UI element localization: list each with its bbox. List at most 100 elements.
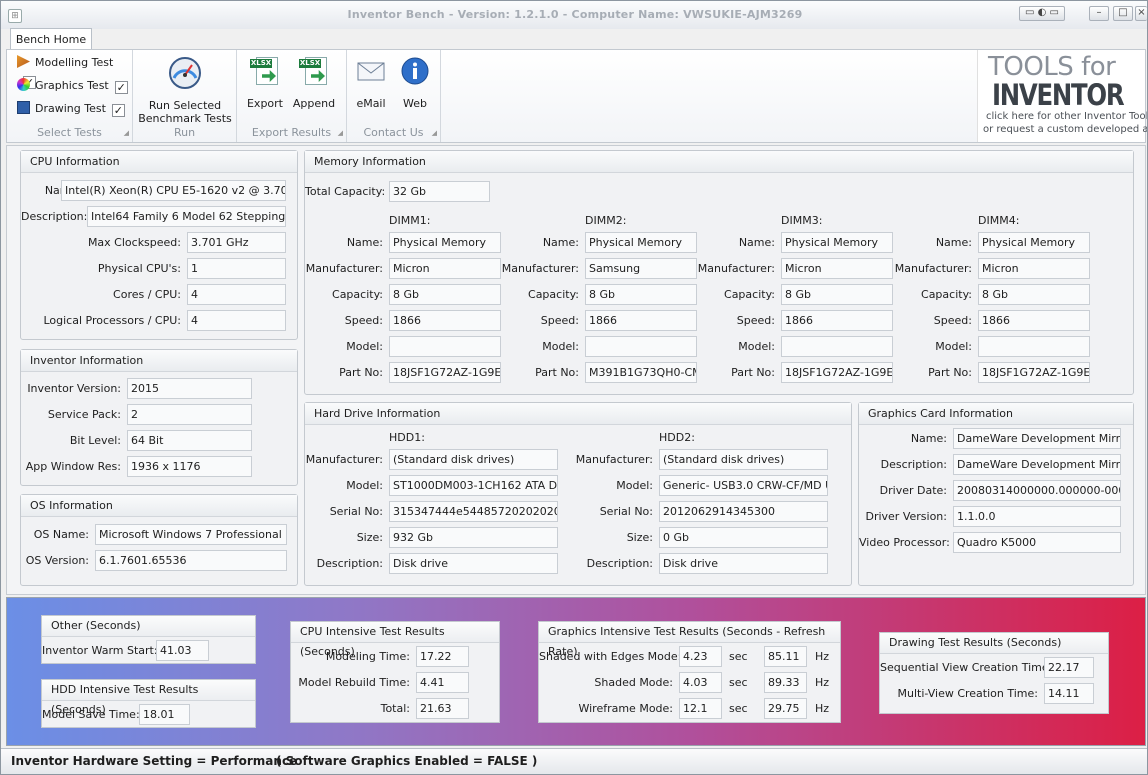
dimm-field-value: 8 Gb xyxy=(978,284,1090,305)
dimm-field-label: Part No: xyxy=(339,366,383,379)
dimm-field-label: Manufacturer: xyxy=(894,262,972,275)
dimm-field-label: Speed: xyxy=(933,314,972,327)
minimize-button[interactable]: – xyxy=(1089,6,1109,21)
hdd-field-value: Generic- USB3.0 CRW-CF/MD USB Device xyxy=(659,475,828,496)
hz-unit-label: Hz xyxy=(815,650,830,663)
app-window-res-label: App Window Res: xyxy=(25,460,121,473)
model-rebuild-time-label: Model Rebuild Time: xyxy=(298,676,410,689)
hard-drive-panel: Hard Drive Information HDD1: Manufacturer… xyxy=(304,402,852,586)
dimm-field-value: Micron xyxy=(389,258,501,279)
close-button[interactable]: × xyxy=(1135,6,1147,21)
os-version-field: 6.1.7601.65536 xyxy=(95,550,287,571)
app-window-res-field: 1936 x 1176 xyxy=(127,456,252,477)
physical-cpus-label: Physical CPU's: xyxy=(97,262,181,275)
dimm-field-value: 18JSF1G72AZ-1G9E1 xyxy=(781,362,893,383)
export-button[interactable]: XLSX Export xyxy=(243,56,287,110)
title-bar: ⊞ Inventor Bench - Version: 1.2.1.0 - Co… xyxy=(1,1,1147,29)
dimm-field-label: Name: xyxy=(542,236,579,249)
other-results-panel: Other (Seconds) Inventor Warm Start: 41.… xyxy=(41,615,256,664)
drawing-icon xyxy=(17,101,30,114)
maximize-button[interactable]: □ xyxy=(1113,6,1133,21)
hdd-header: HDD1: xyxy=(389,431,425,444)
hdd-results-panel: HDD Intensive Test Results (Seconds) Mod… xyxy=(41,679,256,728)
max-clockspeed-field: 3.701 GHz xyxy=(187,232,286,253)
dimm-field-label: Name: xyxy=(346,236,383,249)
hdd-field-label: Manufacturer: xyxy=(575,453,653,466)
run-benchmark-button[interactable]: Run Selected Benchmark Tests xyxy=(137,56,233,125)
dimm-header: DIMM1: xyxy=(389,214,431,227)
multi-view-field: 14.11 xyxy=(1044,683,1094,704)
sec-unit-label: sec xyxy=(729,676,748,689)
dimm-field-value: 1866 xyxy=(781,310,893,331)
cpu-info-title: CPU Information xyxy=(21,151,297,173)
graphics-hz-field: 89.33 xyxy=(764,672,807,693)
dimm-field-value: 8 Gb xyxy=(781,284,893,305)
append-label: Append xyxy=(292,97,336,110)
dialog-launcher-icon[interactable]: ◢ xyxy=(432,129,437,137)
sec-unit-label: sec xyxy=(729,702,748,715)
graphics-sec-field: 4.03 xyxy=(679,672,722,693)
dimm-field-value xyxy=(389,336,501,357)
modeling-time-label: Modeling Time: xyxy=(325,650,410,663)
hdd-field-label: Description: xyxy=(316,557,383,570)
os-name-field: Microsoft Windows 7 Professional xyxy=(95,524,287,545)
cpu-results-panel: CPU Intensive Test Results (Seconds) Mod… xyxy=(290,621,500,723)
hdd-field-label: Size: xyxy=(356,531,383,544)
graphics-mode-label: Wireframe Mode: xyxy=(578,702,673,715)
cores-per-cpu-label: Cores / CPU: xyxy=(113,288,181,301)
graphics-hz-field: 29.75 xyxy=(764,698,807,719)
graphics-test-checkbox[interactable]: ✓ xyxy=(114,81,128,94)
run-group: Run Selected Benchmark Tests Run xyxy=(133,50,237,142)
dimm-header: DIMM4: xyxy=(978,214,1020,227)
dimm-field-label: Manufacturer: xyxy=(305,262,383,275)
sec-unit-label: sec xyxy=(729,650,748,663)
dimm-field-value xyxy=(781,336,893,357)
graphics-test-option[interactable]: Graphics Test ✓ xyxy=(17,77,128,95)
graphics-card-title: Graphics Card Information xyxy=(859,403,1133,425)
dimm-field-label: Model: xyxy=(346,340,383,353)
app-window: ⊞ Inventor Bench - Version: 1.2.1.0 - Co… xyxy=(0,0,1148,775)
drawing-test-option[interactable]: Drawing Test ✓ xyxy=(17,100,125,118)
dialog-launcher-icon[interactable]: ◢ xyxy=(124,129,129,137)
bit-level-label: Bit Level: xyxy=(69,434,121,447)
inventor-version-label: Inventor Version: xyxy=(27,382,121,395)
hdd-field-value: 315347444e54485720202020202 xyxy=(389,501,558,522)
modelling-icon xyxy=(17,55,30,68)
dimm-field-value: 8 Gb xyxy=(389,284,501,305)
warm-start-label: Inventor Warm Start: xyxy=(42,644,158,657)
gpu-name-field: DameWare Development Mirror Driver xyxy=(953,428,1121,449)
driver-date-field: 20080314000000.000000-000 xyxy=(953,480,1121,501)
dimm-field-label: Part No: xyxy=(731,366,775,379)
web-button[interactable]: Web xyxy=(397,56,433,110)
status-bar: Inventor Hardware Setting = Performance … xyxy=(1,748,1147,774)
drawing-test-checkbox[interactable]: ✓ xyxy=(111,104,125,117)
graphics-mode-label: Shaded with Edges Mode: xyxy=(539,650,682,663)
hdd-results-title: HDD Intensive Test Results (Seconds) xyxy=(42,680,255,716)
video-processor-field: Quadro K5000 xyxy=(953,532,1121,553)
graphics-hz-field: 85.11 xyxy=(764,646,807,667)
export-label: Export xyxy=(246,97,283,110)
drawing-test-label: Drawing Test xyxy=(35,102,106,115)
hdd-field-value: (Standard disk drives) xyxy=(389,449,558,470)
total-capacity-label: Total Capacity: xyxy=(305,185,386,198)
service-pack-label: Service Pack: xyxy=(47,408,121,421)
email-button[interactable]: eMail xyxy=(353,56,389,110)
excel-export-icon: XLSX xyxy=(250,56,280,86)
dialog-launcher-icon[interactable]: ◢ xyxy=(338,129,343,137)
run-group-label: Run xyxy=(173,126,196,139)
modelling-test-label: Modelling Test xyxy=(35,56,114,69)
graphics-results-panel: Graphics Intensive Test Results (Seconds… xyxy=(538,621,841,723)
ribbon: Modelling Test✓ Graphics Test✓ Drawing T… xyxy=(6,49,1147,143)
cpu-description-label: Description: xyxy=(21,210,88,223)
hdd-field-label: Description: xyxy=(586,557,653,570)
modelling-test-option[interactable]: Modelling Test✓ xyxy=(17,54,132,89)
append-button[interactable]: XLSX Append xyxy=(289,56,339,110)
dimm-field-value: Micron xyxy=(978,258,1090,279)
export-results-group-label: Export Results xyxy=(251,126,332,139)
window-extra-buttons[interactable]: ▭ ◐ ▭ xyxy=(1019,6,1065,21)
select-tests-group: Modelling Test✓ Graphics Test✓ Drawing T… xyxy=(7,50,133,142)
graphics-card-panel: Graphics Card Information Name: DameWare… xyxy=(858,402,1134,586)
dimm-field-label: Capacity: xyxy=(921,288,972,301)
tools-for-inventor-logo[interactable]: TOOLS for INVENTOR click here for other … xyxy=(977,50,1147,142)
tab-bench-home[interactable]: Bench Home xyxy=(10,28,92,50)
